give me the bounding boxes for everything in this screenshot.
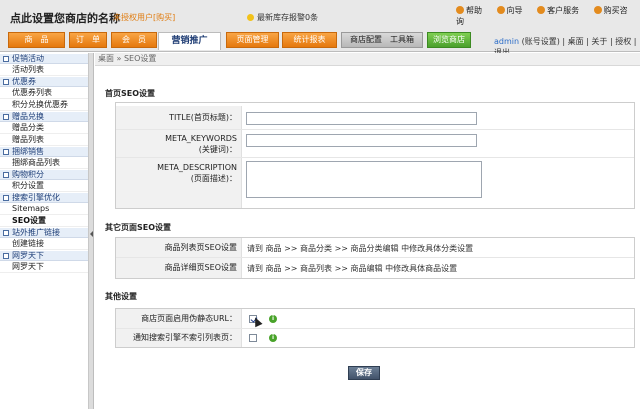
- list-page-seo-label: 商品列表页SEO设置: [116, 238, 242, 257]
- title-input[interactable]: [246, 112, 477, 125]
- collapse-icon: [3, 230, 9, 236]
- misc-settings-title: 其他设置: [105, 292, 137, 301]
- noindex-checkbox[interactable]: [249, 334, 257, 342]
- top-header: 点此设置您商店的名称 未授权用户[购买] 最新库存报警0条 帮助 向导 客户服务…: [0, 0, 640, 57]
- rewrite-url-label: 商店页面启用伪静态URL：: [116, 309, 242, 328]
- nav-tab-products[interactable]: 商 品: [8, 32, 65, 48]
- detail-page-seo-note: 请到 商品 >> 商品列表 >> 商品编辑 中修改具体商品设置: [247, 264, 458, 273]
- sidebar-group-gifts[interactable]: 赠品兑换: [0, 111, 88, 122]
- detail-page-seo-label: 商品详细页SEO设置: [116, 258, 242, 278]
- sidebar-group-bundles[interactable]: 捆绑销售: [0, 146, 88, 157]
- nav-tab-config-tools[interactable]: 商店配置 工具箱: [341, 32, 423, 48]
- other-seo-panel: 商品列表页SEO设置 请到 商品 >> 商品分类 >> 商品分类编辑 中修改具体…: [115, 237, 635, 279]
- customer-service-icon: [537, 6, 546, 14]
- license-status[interactable]: 未授权用户[购买]: [113, 12, 175, 23]
- collapse-icon: [3, 114, 9, 120]
- admin-user[interactable]: admin: [494, 37, 519, 46]
- stock-alert-text: 最新库存报警0条: [257, 13, 319, 22]
- save-button[interactable]: 保存: [348, 366, 380, 380]
- help-link[interactable]: 帮助: [456, 6, 488, 15]
- list-page-seo-note: 请到 商品 >> 商品分类 >> 商品分类编辑 中修改具体分类设置: [247, 244, 474, 253]
- nav-tab-reports[interactable]: 统计报表: [282, 32, 337, 48]
- sidebar-item-seo-settings[interactable]: SEO设置: [0, 215, 88, 227]
- sidebar-item-coupon-list[interactable]: 优惠券列表: [0, 87, 88, 99]
- keywords-label: META_KEYWORDS (关键词)：: [116, 130, 242, 157]
- nav-tab-orders[interactable]: 订 单: [69, 32, 107, 48]
- home-seo-panel: TITLE(首页标题)： META_KEYWORDS (关键词)： META_DE…: [115, 102, 635, 209]
- collapse-icon: [3, 172, 9, 178]
- rewrite-url-row: 商店页面启用伪静态URL： i: [116, 309, 634, 329]
- description-textarea[interactable]: [246, 161, 482, 198]
- sidebar-item-bundle-list[interactable]: 捆绑商品列表: [0, 157, 88, 169]
- nav-tab-pages[interactable]: 页面管理: [226, 32, 279, 48]
- collapse-icon: [3, 253, 9, 259]
- description-label: META_DESCRIPTION (页面描述)：: [116, 158, 242, 208]
- collapse-icon: [3, 149, 9, 155]
- noindex-info-icon[interactable]: i: [269, 334, 277, 342]
- top-links: 帮助 向导 客户服务 购买咨询: [456, 5, 640, 27]
- stock-alert[interactable]: 最新库存报警0条: [247, 12, 318, 23]
- other-seo-title: 其它页面SEO设置: [105, 223, 172, 232]
- main-content: 桌面 » SEO设置 首页SEO设置 TITLE(首页标题)： META_KEY…: [95, 53, 640, 409]
- sidebar-item-network[interactable]: 网罗天下: [0, 261, 88, 273]
- sidebar-item-create-link[interactable]: 创建链接: [0, 238, 88, 250]
- title-label: TITLE(首页标题)：: [116, 106, 242, 129]
- sidebar-group-coupons[interactable]: 优惠券: [0, 76, 88, 87]
- sidebar-item-gift-list[interactable]: 赠品列表: [0, 134, 88, 146]
- nav-tab-members[interactable]: 会 员: [111, 32, 157, 48]
- breadcrumb: 桌面 » SEO设置: [95, 53, 640, 66]
- collapse-arrow-icon: [90, 231, 93, 237]
- sidebar-toggle[interactable]: [89, 53, 94, 409]
- nav-tab-marketing[interactable]: 营销推广: [158, 32, 221, 50]
- sidebar-group-network[interactable]: 网罗天下: [0, 250, 88, 261]
- sidebar-item-gift-category[interactable]: 赠品分类: [0, 122, 88, 134]
- sidebar-item-points-coupon[interactable]: 积分兑换优惠券: [0, 99, 88, 111]
- list-page-seo-row: 商品列表页SEO设置 请到 商品 >> 商品分类 >> 商品分类编辑 中修改具体…: [116, 238, 634, 258]
- keywords-row: META_KEYWORDS (关键词)：: [116, 130, 634, 158]
- noindex-row: 通知搜索引擎不索引列表页： i: [116, 329, 634, 347]
- nav-tab-browse-store[interactable]: 浏览商店: [427, 32, 471, 48]
- bulb-icon: [247, 14, 254, 21]
- sidebar-item-sitemaps[interactable]: Sitemaps: [0, 203, 88, 215]
- guide-icon: [496, 6, 505, 14]
- sidebar-item-points-settings[interactable]: 积分设置: [0, 180, 88, 192]
- misc-settings-panel: 商店页面启用伪静态URL： i 通知搜索引擎不索引列表页： i: [115, 308, 635, 348]
- collapse-icon: [3, 79, 9, 85]
- help-icon: [456, 6, 464, 14]
- customer-service-link[interactable]: 客户服务: [537, 6, 585, 15]
- sidebar-group-promotions[interactable]: 促销活动: [0, 53, 88, 64]
- noindex-label: 通知搜索引擎不索引列表页：: [116, 329, 242, 347]
- keywords-input[interactable]: [246, 134, 477, 147]
- collapse-icon: [3, 56, 9, 62]
- guide-link[interactable]: 向导: [496, 6, 529, 15]
- purchase-consult-icon: [593, 6, 602, 14]
- sidebar: 促销活动 活动列表 优惠券 优惠券列表 积分兑换优惠券 赠品兑换 赠品分类 赠品…: [0, 53, 89, 409]
- title-row: TITLE(首页标题)：: [116, 106, 634, 130]
- sidebar-item-activity-list[interactable]: 活动列表: [0, 64, 88, 76]
- description-row: META_DESCRIPTION (页面描述)：: [116, 158, 634, 208]
- sidebar-group-points[interactable]: 购物积分: [0, 169, 88, 180]
- collapse-icon: [3, 195, 9, 201]
- detail-page-seo-row: 商品详细页SEO设置 请到 商品 >> 商品列表 >> 商品编辑 中修改具体商品…: [116, 258, 634, 278]
- rewrite-url-info-icon[interactable]: i: [269, 315, 277, 323]
- site-name[interactable]: 点此设置您商店的名称: [10, 10, 120, 26]
- sidebar-group-external-links[interactable]: 站外推广链接: [0, 227, 88, 238]
- home-seo-title: 首页SEO设置: [105, 89, 156, 98]
- sidebar-group-seo[interactable]: 搜索引擎优化: [0, 192, 88, 203]
